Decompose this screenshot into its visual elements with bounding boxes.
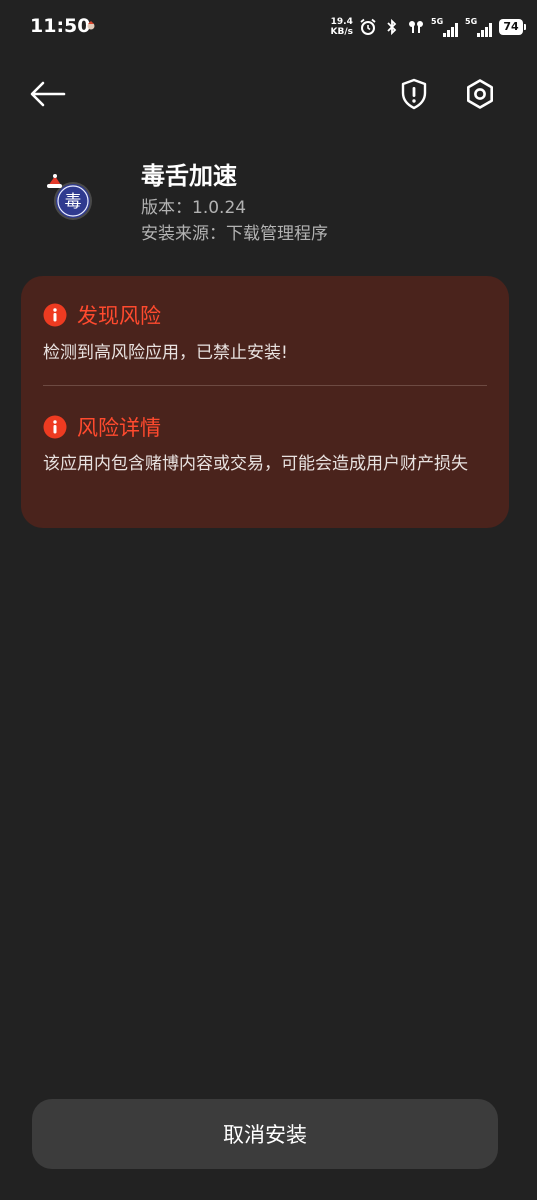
info-alert-icon [43, 415, 67, 439]
install-source: 安装来源：下载管理程序 [141, 224, 328, 244]
battery-indicator: 74 [499, 19, 526, 35]
security-info-button[interactable] [392, 72, 436, 116]
network-speed-value: 19.4 [330, 17, 353, 27]
notification-icon [87, 21, 95, 30]
signal-bars-icon [477, 23, 492, 37]
status-time: 11:50 [30, 15, 91, 37]
signal-bars-icon [443, 23, 458, 37]
settings-gear-icon [467, 79, 493, 109]
divider [43, 385, 487, 386]
signal-1-label: 5G [431, 17, 444, 26]
risk-warning-card: 发现风险 检测到高风险应用，已禁止安装! 风险详情 该应用内包含赌博内容或交易，… [21, 276, 509, 528]
risk-details-header: 风险详情 [43, 412, 161, 442]
risk-details-text: 该应用内包含赌博内容或交易，可能会造成用户财产损失 [43, 454, 468, 474]
signal-strength-2: 5G [465, 17, 493, 37]
risk-details-title: 风险详情 [77, 416, 161, 440]
signal-strength-1: 5G [431, 17, 459, 37]
status-icons: 19.4 KB/s 5G 5G 74 [331, 14, 526, 40]
risk-found-title: 发现风险 [77, 304, 161, 328]
back-button[interactable] [26, 74, 70, 114]
earbuds-icon [409, 21, 423, 33]
arrow-left-icon [30, 81, 66, 107]
app-icon-glyph: 毒 [65, 192, 82, 212]
risk-found-text: 检测到高风险应用，已禁止安装! [43, 343, 288, 363]
cancel-install-button[interactable]: 取消安装 [32, 1099, 498, 1169]
bluetooth-icon [387, 18, 397, 36]
network-speed-unit: KB/s [330, 27, 353, 37]
settings-button[interactable] [458, 72, 502, 116]
status-bar: 11:50 19.4 KB/s 5G 5G 74 [0, 0, 537, 56]
network-speed: 19.4 KB/s [331, 17, 353, 37]
shield-alert-icon [401, 78, 427, 110]
app-version: 版本：1.0.24 [141, 198, 247, 218]
alarm-icon [360, 18, 376, 35]
info-alert-icon [43, 303, 67, 327]
risk-found-header: 发现风险 [43, 300, 161, 330]
app-install-screen: 11:50 19.4 KB/s 5G 5G 74 毒 毒舌加速 版本：1.0.2… [0, 0, 537, 1200]
app-name: 毒舌加速 [141, 162, 237, 190]
signal-2-label: 5G [465, 17, 478, 26]
app-icon: 毒 [47, 174, 92, 220]
